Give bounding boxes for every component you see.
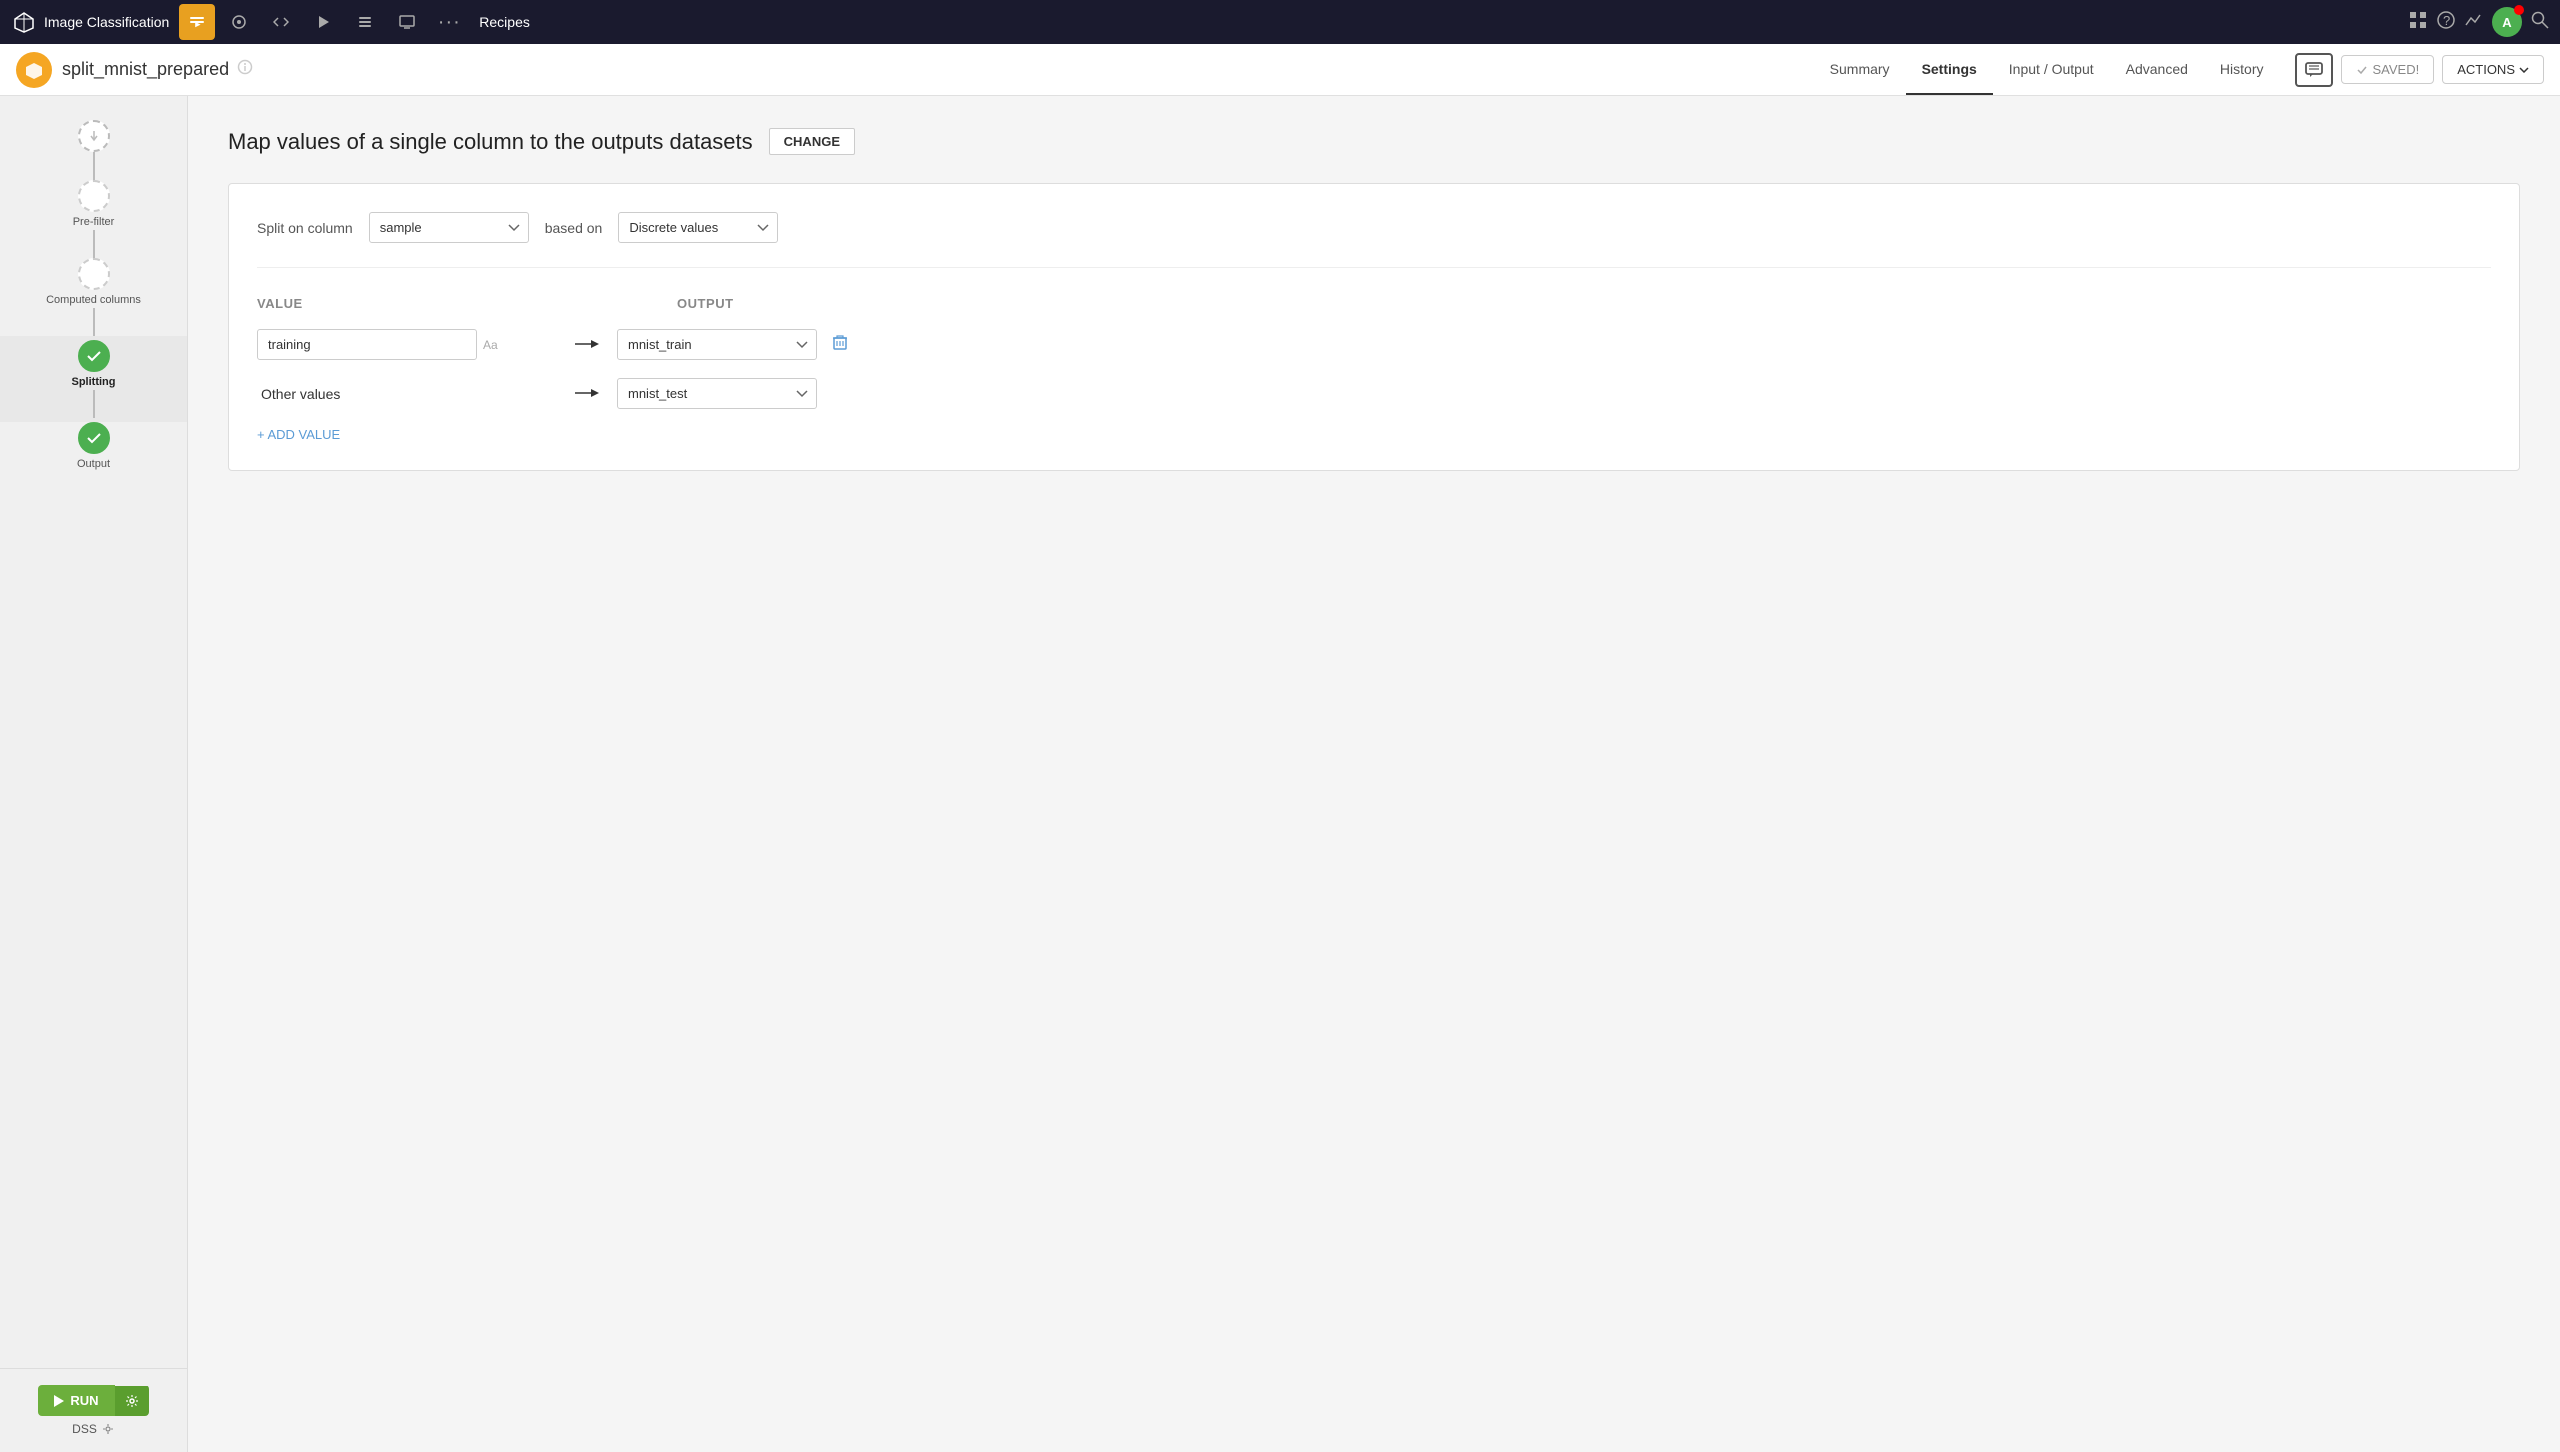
main-layout: Pre-filter Computed columns Splitting [0, 96, 2560, 1452]
svg-text:?: ? [2443, 13, 2450, 28]
run-button-group: RUN [38, 1385, 148, 1416]
split-on-column-row: Split on column sample based on Discrete… [257, 212, 2491, 268]
pipeline-item-splitting[interactable]: Splitting [0, 336, 187, 422]
other-values-wrap: Other values [257, 386, 557, 402]
prefilter-label: Pre-filter [73, 216, 115, 228]
based-on-select[interactable]: Discrete values Numerical ranges Random [618, 212, 778, 243]
dss-label: DSS [72, 1422, 115, 1436]
saved-button[interactable]: SAVED! [2341, 55, 2434, 84]
arrow-icon-training [557, 334, 617, 355]
monitor-icon[interactable] [389, 4, 425, 40]
main-content: Map values of a single column to the out… [188, 96, 2560, 1452]
other-values-label: Other values [257, 386, 557, 402]
dataset-name: split_mnist_prepared [62, 59, 229, 80]
current-recipe-icon[interactable] [179, 4, 215, 40]
delete-icon-training[interactable] [833, 334, 847, 355]
splitting-label: Splitting [72, 376, 116, 388]
tab-summary[interactable]: Summary [1814, 44, 1906, 95]
output-select-other[interactable]: mnist_train mnist_test [617, 378, 817, 409]
value-output-header: Value Output [257, 296, 2491, 311]
value-row-training: Aa mnist_train mnist_test [257, 329, 2491, 360]
comment-button[interactable] [2295, 53, 2333, 87]
run-settings-button[interactable] [115, 1386, 149, 1416]
avatar[interactable]: A [2492, 7, 2522, 37]
pipeline-node-prefilter[interactable] [78, 180, 110, 212]
run-button[interactable]: RUN [38, 1385, 114, 1416]
change-button[interactable]: CHANGE [769, 128, 855, 155]
text-type-icon: Aa [483, 338, 498, 352]
code-icon[interactable] [263, 4, 299, 40]
sidebar-bottom: RUN DSS [0, 1368, 187, 1452]
grid-icon[interactable] [2408, 10, 2428, 35]
split-card: Split on column sample based on Discrete… [228, 183, 2520, 471]
actions-button[interactable]: ACTIONS [2442, 55, 2544, 84]
pipeline: Pre-filter Computed columns Splitting [0, 120, 187, 472]
info-icon[interactable] [237, 59, 253, 80]
arrow-icon-other [557, 383, 617, 404]
sub-header: split_mnist_prepared Summary Settings In… [0, 44, 2560, 96]
output-select-training[interactable]: mnist_train mnist_test [617, 329, 817, 360]
layers-icon[interactable] [347, 4, 383, 40]
notification-badge [2514, 5, 2524, 15]
value-row-other: Other values mnist_train mnist_test [257, 378, 2491, 409]
dataset-icon [16, 52, 52, 88]
page-title: Map values of a single column to the out… [228, 129, 753, 155]
based-on-label: based on [545, 220, 603, 236]
app-logo [10, 8, 38, 36]
recipes-label: Recipes [479, 14, 530, 30]
page-title-row: Map values of a single column to the out… [228, 128, 2520, 155]
pipeline-node-input [78, 120, 110, 152]
nav-tabs: Summary Settings Input / Output Advanced… [1814, 44, 2280, 95]
top-navigation: Image Classification ··· Recipes ? A [0, 0, 2560, 44]
pipeline-item-input [78, 120, 110, 180]
output-column-header: Output [677, 296, 734, 311]
tab-input-output[interactable]: Input / Output [1993, 44, 2110, 95]
analytics-icon[interactable] [2464, 10, 2484, 35]
split-on-column-label: Split on column [257, 220, 353, 236]
add-value-button[interactable]: + ADD VALUE [257, 427, 340, 442]
value-column-header: Value [257, 296, 677, 311]
pipeline-item-output: Output [77, 422, 110, 472]
pipeline-item-prefilter: Pre-filter [73, 180, 115, 258]
output-label: Output [77, 458, 110, 470]
help-icon[interactable]: ? [2436, 10, 2456, 35]
output-select-wrap-other: mnist_train mnist_test [617, 378, 817, 409]
pipeline-node-splitting [78, 340, 110, 372]
pipeline-item-computed: Computed columns [46, 258, 141, 336]
value-input-wrap: Aa [257, 329, 557, 360]
tab-advanced[interactable]: Advanced [2110, 44, 2204, 95]
search-icon[interactable] [2530, 10, 2550, 35]
tab-history[interactable]: History [2204, 44, 2280, 95]
column-select[interactable]: sample [369, 212, 529, 243]
more-icon[interactable]: ··· [431, 4, 467, 40]
play-icon[interactable] [305, 4, 341, 40]
sidebar: Pre-filter Computed columns Splitting [0, 96, 188, 1452]
pipeline-node-computed[interactable] [78, 258, 110, 290]
value-input-training[interactable] [257, 329, 477, 360]
output-select-wrap-training: mnist_train mnist_test [617, 329, 847, 360]
tab-settings[interactable]: Settings [1906, 44, 1993, 95]
app-title: Image Classification [44, 14, 169, 30]
computed-label: Computed columns [46, 294, 141, 306]
star-icon[interactable] [221, 4, 257, 40]
pipeline-node-output[interactable] [78, 422, 110, 454]
